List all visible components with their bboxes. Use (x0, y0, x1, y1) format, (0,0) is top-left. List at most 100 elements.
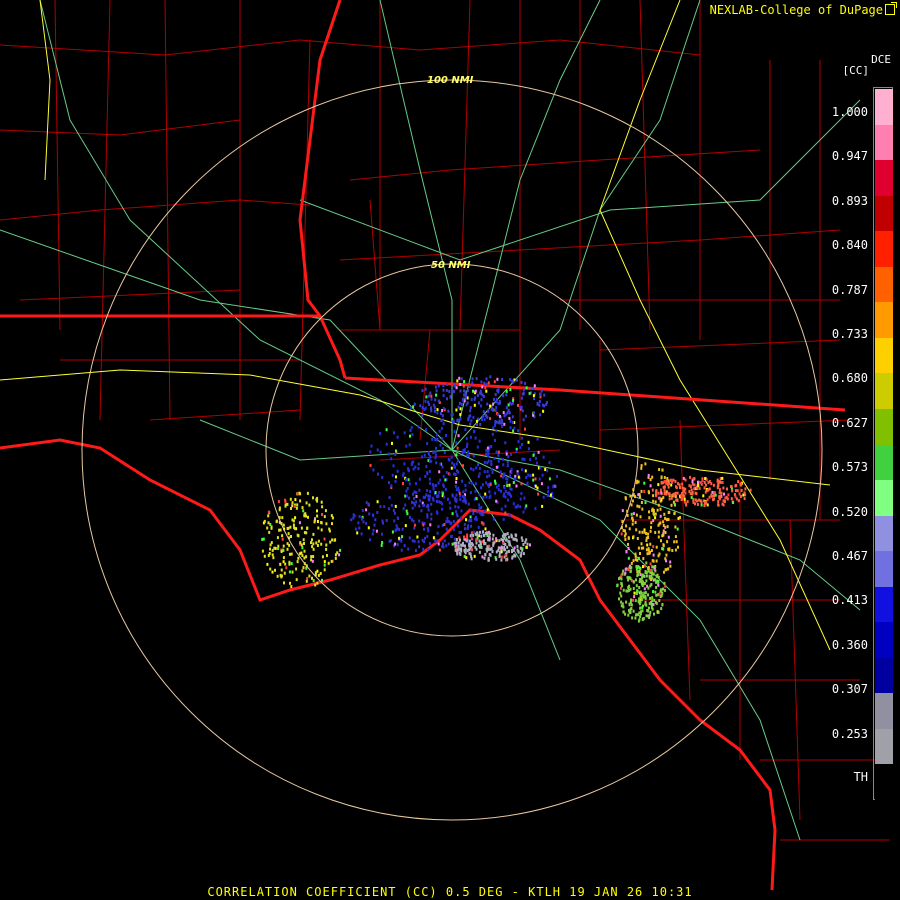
radar-echo-pixel (655, 586, 658, 589)
radar-echo-pixel (369, 538, 371, 542)
radar-echo-pixel (685, 503, 688, 507)
radar-echo-pixel (643, 564, 646, 568)
radar-echo-pixel (465, 437, 468, 441)
radar-echo-pixel (653, 612, 655, 616)
radar-echo-pixel (289, 581, 291, 585)
radar-echo-pixel (391, 473, 394, 477)
radar-echo-pixel (434, 438, 437, 442)
radar-echo-pixel (504, 511, 507, 515)
radar-echo-pixel (645, 548, 648, 552)
radar-echo-pixel (382, 521, 384, 525)
radar-echo-pixel (459, 548, 462, 551)
radar-echo-pixel (443, 451, 446, 454)
radar-echo-pixel (513, 546, 516, 550)
radar-echo-pixel (476, 510, 479, 514)
radar-echo-pixel (542, 495, 545, 499)
radar-echo-pixel (646, 543, 649, 547)
radar-echo-pixel (283, 571, 286, 575)
radar-echo-pixel (368, 502, 370, 506)
radar-echo-pixel (522, 388, 525, 392)
radar-echo-pixel (658, 468, 661, 471)
radar-echo-pixel (495, 429, 498, 433)
radar-echo-pixel (517, 475, 520, 479)
radar-echo-pixel (455, 510, 458, 514)
radar-echo-pixel (303, 556, 306, 560)
radar-echo-pixel (459, 389, 462, 393)
radar-echo-pixel (488, 490, 491, 494)
radar-echo-pixel (490, 467, 493, 471)
radar-echo-pixel (666, 525, 669, 529)
radar-echo-pixel (396, 435, 399, 439)
radar-echo-pixel (726, 487, 728, 491)
radar-echo-pixel (632, 580, 635, 584)
radar-echo-pixel (261, 537, 264, 541)
radar-echo-pixel (483, 509, 486, 513)
radar-echo-pixel (312, 542, 315, 546)
radar-echo-pixel (477, 475, 480, 478)
radar-echo-pixel (666, 479, 669, 483)
radar-echo-pixel (679, 486, 681, 490)
radar-echo-pixel (424, 399, 427, 403)
radar-echo-pixel (282, 523, 285, 527)
radar-echo-pixel (704, 483, 707, 487)
radar-echo-pixel (470, 531, 473, 535)
radar-echo-pixel (436, 511, 439, 515)
radar-echo-pixel (462, 384, 465, 388)
radar-echo-pixel (628, 588, 631, 592)
radar-echo-pixel (637, 493, 640, 497)
radar-echo-pixel (547, 486, 550, 490)
radar-echo-pixel (317, 573, 320, 577)
radar-echo-pixel (630, 561, 633, 565)
radar-echo-pixel (634, 521, 637, 524)
radar-echo-pixel (426, 472, 429, 476)
radar-echo-pixel (294, 498, 297, 502)
radar-echo-pixel (658, 592, 661, 596)
radar-echo-pixel (467, 524, 470, 528)
radar-echo-pixel (639, 615, 642, 618)
external-link-icon[interactable] (885, 2, 897, 15)
radar-echo-pixel (679, 516, 681, 519)
colorbar-segment (875, 515, 893, 552)
radar-echo-pixel (703, 481, 706, 484)
radar-echo-pixel (392, 509, 395, 513)
radar-echo-pixel (683, 497, 686, 501)
radar-echo-pixel (643, 530, 646, 534)
radar-echo-pixel (647, 548, 650, 552)
radar-echo-pixel (290, 507, 292, 510)
radar-echo-pixel (448, 501, 451, 505)
colorbar-tick-label: 0.787 (831, 282, 868, 297)
radar-echo-pixel (683, 500, 686, 504)
radar-echo-pixel (456, 513, 458, 517)
radar-echo-pixel (477, 463, 479, 467)
radar-echo-pixel (470, 509, 473, 513)
radar-echo-pixel (716, 484, 719, 488)
radar-echo-pixel (281, 516, 284, 520)
radar-echo-pixel (505, 393, 508, 397)
radar-echo-pixel (657, 530, 660, 534)
radar-echo-pixel (514, 474, 517, 478)
radar-echo-pixel (426, 535, 429, 539)
radar-echo-pixel (540, 482, 543, 486)
radar-echo-pixel (429, 391, 432, 395)
radar-echo-pixel (432, 536, 435, 540)
radar-echo-pixel (436, 411, 439, 415)
radar-echo-pixel (507, 539, 510, 543)
radar-echo-pixel (420, 509, 423, 513)
radar-echo-pixel (503, 472, 506, 476)
radar-echo-pixel (479, 540, 482, 544)
radar-echo-pixel (395, 475, 397, 479)
radar-echo-pixel (312, 496, 314, 500)
radar-echo-pixel (352, 513, 355, 517)
radar-echo-pixel (443, 495, 446, 499)
radar-echo-pixel (320, 500, 323, 504)
radar-echo-pixel (618, 577, 620, 581)
radar-echo-pixel (521, 443, 524, 446)
radar-echo-pixel (486, 549, 489, 553)
radar-echo-pixel (510, 402, 513, 406)
radar-echo-pixel (445, 527, 448, 531)
radar-echo-pixel (385, 428, 388, 432)
radar-echo-pixel (398, 528, 401, 531)
radar-echo-pixel (303, 549, 306, 553)
radar-echo-pixel (412, 467, 415, 471)
radar-echo-pixel (306, 491, 309, 495)
